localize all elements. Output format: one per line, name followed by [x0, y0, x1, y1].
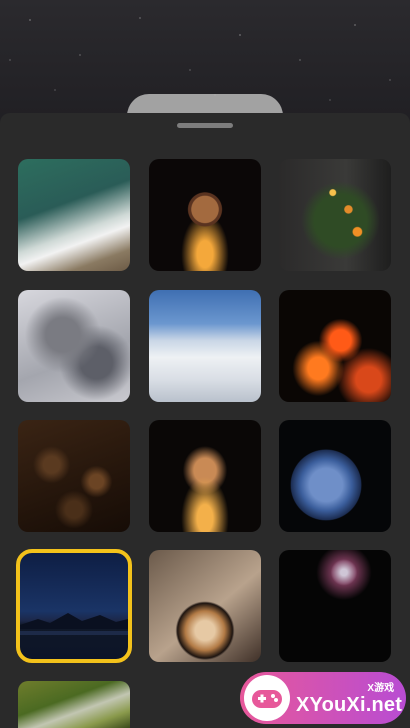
wallpaper-picker-sheet [0, 113, 410, 728]
wallpaper-tile-ocean-waves[interactable] [18, 159, 130, 271]
wallpaper-tile-night-mountain-lake-selected[interactable] [16, 549, 132, 663]
wallpaper-tile-latte-art[interactable] [149, 550, 261, 662]
wallpaper-tile-christmas-tree-lights[interactable] [279, 159, 391, 271]
wallpaper-tile-rain-window-bokeh[interactable] [18, 420, 130, 532]
wallpaper-tile-christmas-ornament-candles[interactable] [149, 159, 261, 271]
wallpaper-tile-blurred-clouds[interactable] [18, 290, 130, 402]
mountain-silhouette [20, 613, 128, 635]
sheet-grabber-handle[interactable] [177, 123, 233, 128]
wallpaper-tile-candle-tree[interactable] [149, 420, 261, 532]
watermark-brand: XYouXi.net [296, 694, 403, 716]
watermark-tag: X游戏 [367, 683, 395, 694]
wallpaper-tile-moss-forest[interactable] [18, 681, 130, 728]
gamepad-logo-icon [244, 675, 290, 721]
wallpaper-tile-sky-above-clouds[interactable] [149, 290, 261, 402]
watermark-text: X游戏 XYouXi.net [296, 679, 402, 717]
wallpaper-tile-fireplace[interactable] [279, 290, 391, 402]
wallpaper-tile-fireworks[interactable] [279, 550, 391, 662]
site-watermark: X游戏 XYouXi.net [240, 672, 406, 724]
wallpaper-tile-earth-globe[interactable] [279, 420, 391, 532]
